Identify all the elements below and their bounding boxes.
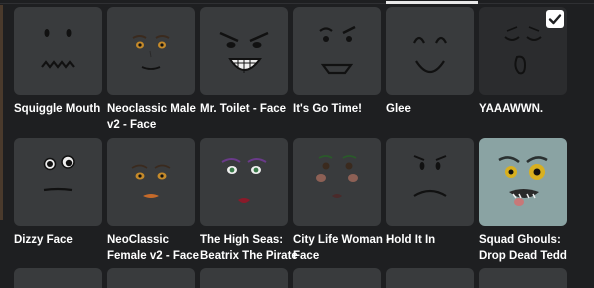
- item-name: Squiggle Mouth: [14, 103, 101, 115]
- item-thumbnail: [479, 138, 567, 226]
- item-thumbnail: [386, 7, 474, 95]
- item-name: Squad Ghouls: Drop Dead Tedd: [479, 234, 567, 262]
- item-thumbnail: [14, 138, 102, 226]
- city-life-woman-face-icon: [316, 155, 358, 198]
- item-thumbnail: [293, 138, 381, 226]
- dizzy-face-icon: [43, 155, 75, 192]
- item-name: Neoclassic Male v2 - Face: [107, 103, 196, 131]
- checkmark-icon: [546, 10, 564, 28]
- item-card-partial[interactable]: [14, 268, 102, 288]
- item-name: Hold It In: [386, 234, 436, 246]
- active-tab-indicator: [386, 1, 478, 4]
- item-name: It's Go Time!: [293, 103, 362, 115]
- item-thumbnail: [200, 7, 288, 95]
- item-thumbnail: [479, 7, 567, 95]
- item-card-partial[interactable]: [293, 268, 381, 288]
- item-name: NeoClassic Female v2 - Face: [107, 234, 200, 262]
- go-time-face-icon: [319, 25, 356, 75]
- item-card-partial[interactable]: [107, 268, 195, 288]
- item-card-partial[interactable]: [386, 268, 474, 288]
- item-name: City Life Woman - Face: [293, 234, 390, 262]
- item-thumbnail: [107, 7, 195, 95]
- item-thumbnail: [386, 138, 474, 226]
- item-thumbnail: [14, 7, 102, 95]
- item-name: YAAAWWN.: [479, 103, 544, 115]
- item-card-partial[interactable]: [479, 268, 567, 288]
- mr-toilet-face-icon: [219, 31, 269, 73]
- item-name: Mr. Toilet - Face: [200, 103, 287, 115]
- tab-track: [0, 3, 594, 4]
- neoclassic-female-face-icon: [131, 164, 171, 198]
- item-name: The High Seas: Beatrix The Pirate: [200, 234, 298, 262]
- item-thumbnail: [107, 138, 195, 226]
- left-edge-strip: [0, 0, 3, 220]
- squiggle-mouth-face-icon: [41, 29, 75, 69]
- neoclassic-male-face-icon: [132, 35, 170, 70]
- item-name: Dizzy Face: [14, 234, 73, 246]
- item-name: Glee: [386, 103, 411, 115]
- item-thumbnail: [293, 7, 381, 95]
- glee-face-icon: [413, 36, 447, 74]
- pirate-face-icon: [221, 158, 267, 203]
- hold-it-in-face-icon: [413, 155, 447, 197]
- item-card-partial[interactable]: [200, 268, 288, 288]
- ghoul-face-icon: [498, 156, 548, 206]
- item-thumbnail: [200, 138, 288, 226]
